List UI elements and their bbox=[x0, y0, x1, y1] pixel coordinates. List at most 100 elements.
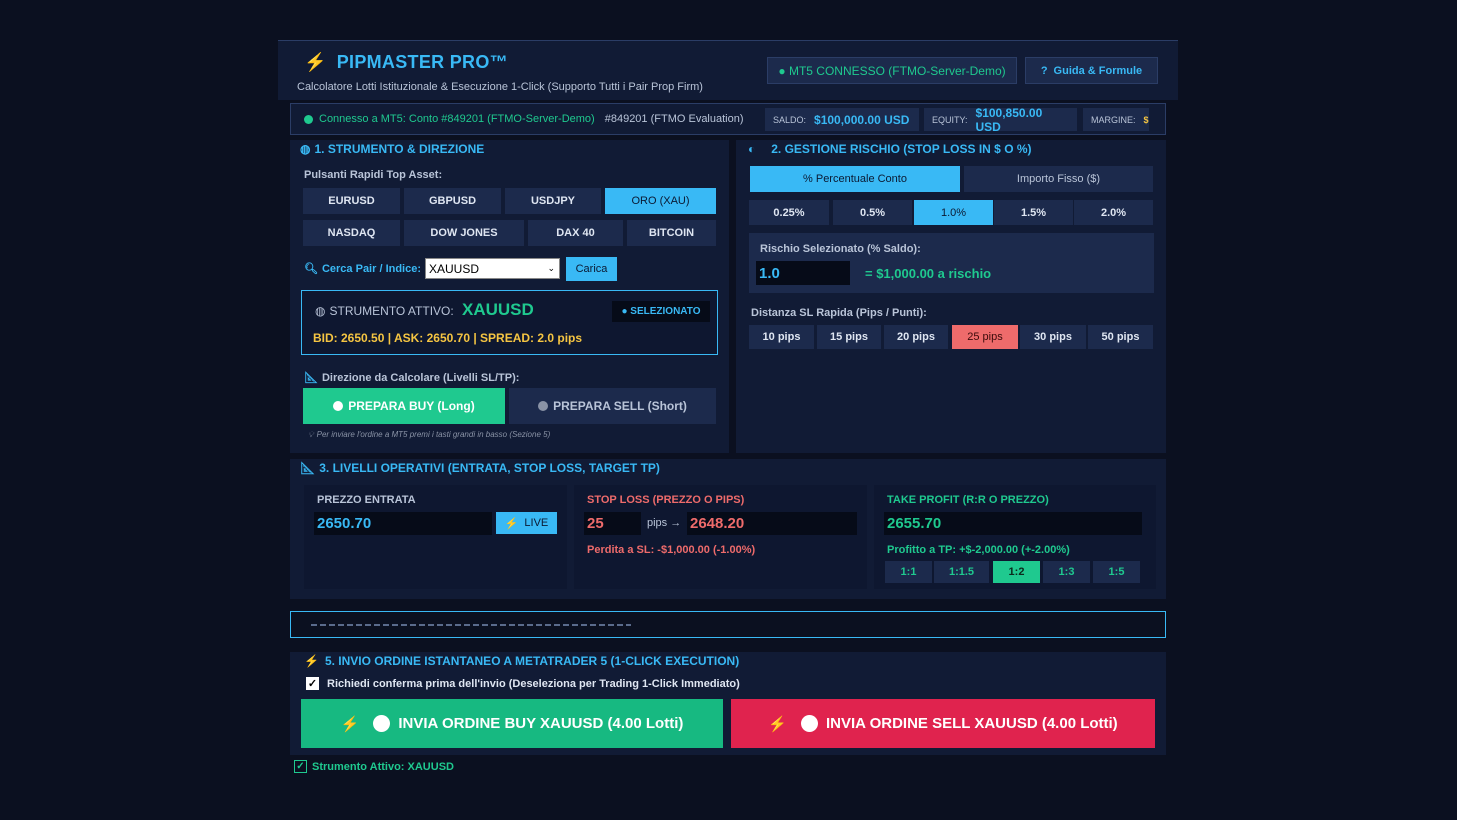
check-square-icon: ✓ bbox=[294, 760, 307, 773]
pair-search-select[interactable]: XAUUSD ⌄ bbox=[425, 258, 560, 279]
take-profit-card: TAKE PROFIT (R:R O PREZZO) 2655.70 Profi… bbox=[874, 485, 1156, 589]
sl-option-50[interactable]: 50 pips bbox=[1088, 325, 1153, 349]
tab-fixed-amount[interactable]: Importo Fisso ($) bbox=[964, 166, 1153, 192]
risk-option-10[interactable]: 1.0% bbox=[914, 200, 993, 225]
active-instrument-label: ◍ STRUMENTO ATTIVO: bbox=[315, 304, 454, 318]
tab-percent[interactable]: % Percentuale Conto bbox=[750, 166, 960, 192]
active-symbol: XAUUSD bbox=[462, 300, 534, 319]
guide-button[interactable]: ? Guida & Formule bbox=[1025, 57, 1158, 84]
balance-stat: SALDO: $100,000.00 USD bbox=[765, 108, 919, 131]
bolt-icon: ⚡ bbox=[768, 715, 787, 733]
connected-dot-icon bbox=[304, 114, 313, 124]
lightbulb-icon: 💡︎ bbox=[308, 430, 314, 439]
send-sell-order-button[interactable]: ⚡ INVIA ORDINE SELL XAUUSD (4.00 Lotti) bbox=[731, 699, 1155, 748]
clipped-text-line bbox=[311, 624, 631, 626]
asset-button-gold[interactable]: ORO (XAU) bbox=[605, 188, 716, 214]
margin-value: $ bbox=[1143, 114, 1149, 125]
mt5-status-button[interactable]: ● MT5 CONNESSO (FTMO-Server-Demo) bbox=[767, 57, 1017, 84]
app-header: ⚡ PIPMASTER PRO™ Calcolatore Lotti Istitu… bbox=[278, 40, 1178, 100]
section5-title-text: 5. INVIO ORDINE ISTANTANEO A METATRADER … bbox=[324, 654, 740, 668]
active-instrument-box: ◍ STRUMENTO ATTIVO: XAUUSD ● SELEZIONATO … bbox=[301, 290, 718, 355]
send-buy-label: INVIA ORDINE BUY XAUUSD (4.00 Lotti) bbox=[398, 715, 684, 732]
instrument-panel: ◍ 1. STRUMENTO & DIREZIONE Pulsanti Rapid… bbox=[290, 140, 729, 453]
rr-option-1-1[interactable]: 1:1 bbox=[885, 561, 932, 583]
section2-title: ◐ 2. GESTIONE RISCHIO (STOP LOSS IN $ O %… bbox=[748, 142, 1032, 156]
margin-label: MARGINE: bbox=[1091, 114, 1136, 125]
app-title-text: PIPMASTER PRO™ bbox=[336, 52, 508, 72]
chevron-down-icon: ⌄ bbox=[547, 263, 555, 273]
sl-option-20[interactable]: 20 pips bbox=[884, 325, 948, 349]
rr-option-1-15[interactable]: 1:1.5 bbox=[934, 561, 989, 583]
asset-button-dowjones[interactable]: DOW JONES bbox=[404, 220, 524, 246]
account-info: #849201 (FTMO Evaluation) bbox=[604, 113, 744, 125]
sl-option-30[interactable]: 30 pips bbox=[1020, 325, 1086, 349]
section3-title-text: 3. LIVELLI OPERATIVI (ENTRATA, STOP LOSS… bbox=[319, 461, 660, 475]
balance-value: $100,000.00 USD bbox=[814, 112, 910, 127]
risk-option-15[interactable]: 1.5% bbox=[994, 200, 1073, 225]
pair-search-value: XAUUSD bbox=[429, 261, 480, 276]
app-subtitle: Calcolatore Lotti Istituzionale & Esecuz… bbox=[297, 81, 703, 93]
sl-option-10[interactable]: 10 pips bbox=[749, 325, 814, 349]
entry-price-input[interactable]: 2650.70 bbox=[314, 512, 492, 535]
confirm-checkbox-row[interactable]: ✓ Richiedi conferma prima dell'invio (De… bbox=[306, 677, 740, 690]
search-label: 🔍︎ Cerca Pair / Indice: bbox=[304, 262, 421, 275]
section4-collapsed-bar[interactable] bbox=[290, 611, 1166, 638]
footer-text: Strumento Attivo: XAUUSD bbox=[312, 760, 454, 773]
live-button[interactable]: ⚡ LIVE bbox=[496, 512, 557, 534]
tp-price-input[interactable]: 2655.70 bbox=[884, 512, 1142, 535]
asset-button-dax[interactable]: DAX 40 bbox=[528, 220, 623, 246]
live-label: LIVE bbox=[524, 517, 549, 529]
circle-icon bbox=[800, 715, 818, 732]
price-quote: BID: 2650.50 | ASK: 2650.70 | SPREAD: 2.… bbox=[313, 331, 583, 345]
quick-assets-label: Pulsanti Rapidi Top Asset: bbox=[304, 169, 443, 181]
rr-option-1-3[interactable]: 1:3 bbox=[1043, 561, 1090, 583]
take-profit-label: TAKE PROFIT (R:R O PREZZO) bbox=[887, 494, 1049, 506]
tp-profit-text: Profitto a TP: +$-2,000.00 (+-2.00%) bbox=[887, 544, 1070, 556]
execution-panel: ⚡ 5. INVIO ORDINE ISTANTANEO A METATRADER… bbox=[290, 652, 1166, 755]
radio-selected-icon bbox=[333, 401, 344, 411]
prepare-sell-button[interactable]: PREPARA SELL (Short) bbox=[509, 388, 716, 424]
levels-panel: 📐︎ 3. LIVELLI OPERATIVI (ENTRATA, STOP LO… bbox=[290, 459, 1166, 599]
equity-value: $100,850.00 USD bbox=[975, 105, 1043, 134]
asset-button-bitcoin[interactable]: BITCOIN bbox=[627, 220, 716, 246]
direction-label-text: Direzione da Calcolare (Livelli SL/TP): bbox=[321, 372, 520, 384]
rr-option-1-5[interactable]: 1:5 bbox=[1093, 561, 1140, 583]
asset-button-gbpusd[interactable]: GBPUSD bbox=[404, 188, 501, 214]
selected-badge: ● SELEZIONATO bbox=[612, 301, 710, 322]
entry-card: PREZZO ENTRATA 2650.70 ⚡ LIVE bbox=[304, 485, 567, 589]
connection-status: Connesso a MT5: Conto #849201 (FTMO-Serv… bbox=[319, 113, 595, 125]
bolt-icon: ⚡ bbox=[304, 654, 319, 668]
checkbox-checked-icon[interactable]: ✓ bbox=[306, 677, 319, 690]
risk-percent-input[interactable]: 1.0 bbox=[756, 261, 850, 285]
connection-bar: Connesso a MT5: Conto #849201 (FTMO-Serv… bbox=[290, 103, 1166, 135]
asset-button-usdjpy[interactable]: USDJPY bbox=[505, 188, 601, 214]
bolt-icon: ⚡ bbox=[340, 715, 360, 733]
sl-option-15[interactable]: 15 pips bbox=[817, 325, 881, 349]
circle-icon bbox=[373, 715, 391, 732]
risk-option-20[interactable]: 2.0% bbox=[1074, 200, 1153, 225]
rr-option-1-2[interactable]: 1:2 bbox=[993, 561, 1040, 583]
asset-button-eurusd[interactable]: EURUSD bbox=[303, 188, 400, 214]
stop-loss-label: STOP LOSS (PREZZO O PIPS) bbox=[587, 494, 745, 506]
asset-button-nasdaq[interactable]: NASDAQ bbox=[303, 220, 400, 246]
ruler-icon: 📐︎ bbox=[304, 372, 318, 384]
risk-amount: = $1,000.00 a rischio bbox=[865, 266, 992, 281]
load-button[interactable]: Carica bbox=[566, 257, 617, 281]
sl-option-25[interactable]: 25 pips bbox=[952, 325, 1018, 349]
active-instrument-footer: ✓ Strumento Attivo: XAUUSD bbox=[294, 760, 454, 773]
sl-price-input[interactable]: 2648.20 bbox=[687, 512, 857, 535]
risk-option-05[interactable]: 0.5% bbox=[833, 200, 912, 225]
prepare-buy-button[interactable]: PREPARA BUY (Long) bbox=[303, 388, 505, 424]
sl-pips-input[interactable]: 25 bbox=[584, 512, 641, 535]
balance-label: SALDO: bbox=[773, 114, 807, 125]
margin-stat: MARGINE: $ bbox=[1083, 108, 1149, 131]
risk-selected-label: Rischio Selezionato (% Saldo): bbox=[760, 243, 921, 255]
section1-title-text: 1. STRUMENTO & DIREZIONE bbox=[314, 142, 485, 156]
shield-icon: ◐ bbox=[748, 142, 756, 156]
sl-distance-label: Distanza SL Rapida (Pips / Punti): bbox=[751, 307, 927, 319]
app-window: ⚡ PIPMASTER PRO™ Calcolatore Lotti Istitu… bbox=[278, 40, 1178, 800]
app-title: ⚡ PIPMASTER PRO™ bbox=[304, 52, 508, 73]
risk-option-025[interactable]: 0.25% bbox=[749, 200, 829, 225]
send-buy-order-button[interactable]: ⚡ INVIA ORDINE BUY XAUUSD (4.00 Lotti) bbox=[301, 699, 723, 748]
order-hint: 💡︎ Per inviare l'ordine a MT5 premi i tas… bbox=[308, 430, 550, 440]
